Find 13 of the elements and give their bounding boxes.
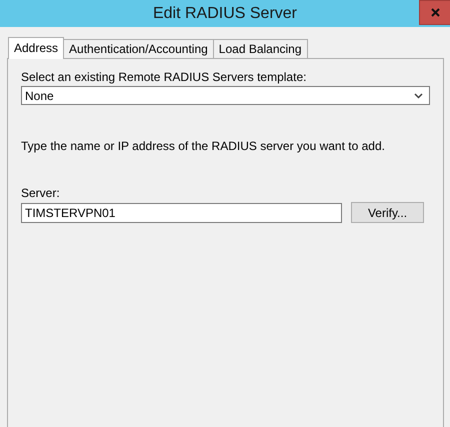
close-icon	[430, 8, 440, 17]
chevron-icon	[414, 92, 423, 98]
instruction-text: Type the name or IP address of the RADIUS server you want to add.	[21, 139, 386, 153]
field-label: Select an existing Remote RADIUS Servers template:	[21, 70, 308, 84]
verify-button[interactable]: Verify...	[351, 202, 424, 223]
window-title: Edit RADIUS Server	[152, 4, 298, 22]
field-label: Server:	[21, 186, 61, 200]
tab[interactable]: Authentication/Accounting	[63, 39, 214, 58]
close-button[interactable]	[419, 0, 450, 25]
server-field[interactable]: TIMSTERVPN01	[21, 202, 342, 222]
tab[interactable]: Address	[8, 37, 64, 59]
tab[interactable]: Load Balancing	[212, 39, 308, 58]
template-dropdown[interactable]: None	[21, 86, 430, 105]
